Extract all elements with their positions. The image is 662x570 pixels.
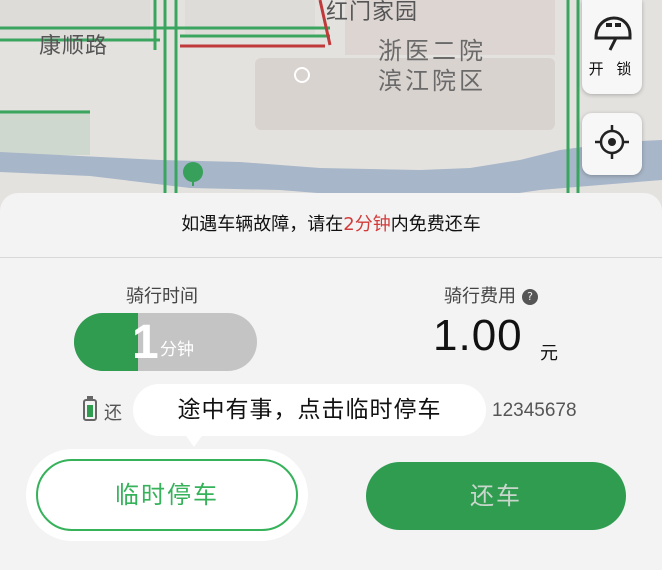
poi-label-line2: 滨江院区 bbox=[378, 67, 486, 95]
ride-time-display: 1 分钟 bbox=[74, 313, 257, 371]
ride-fee-value: 1.00 bbox=[433, 311, 523, 360]
notice-prefix: 如遇车辆故障，请在 bbox=[181, 214, 344, 235]
tooltip-tail bbox=[184, 433, 204, 447]
ride-time-label: 骑行时间 bbox=[126, 286, 198, 307]
unlock-button[interactable]: 开 锁 bbox=[582, 0, 642, 94]
poi-label-line1: 浙医二院 bbox=[378, 37, 486, 65]
ride-fee-label: 骑行费用 bbox=[444, 286, 516, 307]
locate-button[interactable] bbox=[582, 113, 642, 175]
unlock-label: 开 锁 bbox=[588, 59, 636, 78]
ride-time-value: 1 bbox=[132, 316, 159, 369]
ride-time-progress bbox=[74, 313, 138, 371]
info-icon[interactable]: ? bbox=[522, 289, 538, 305]
temp-park-button[interactable]: 临时停车 bbox=[36, 459, 298, 531]
crosshair-icon bbox=[594, 124, 630, 164]
ride-time-unit: 分钟 bbox=[160, 340, 194, 360]
notice-suffix: 内免费还车 bbox=[390, 214, 481, 235]
return-bike-button[interactable]: 还车 bbox=[366, 462, 626, 530]
bike-number: 12345678 bbox=[492, 400, 577, 421]
battery-icon bbox=[83, 396, 97, 421]
fault-notice: 如遇车辆故障，请在2分钟内免费还车 bbox=[0, 193, 662, 258]
notice-highlight: 2分钟 bbox=[343, 214, 391, 235]
road-label-kangshun: 康顺路 bbox=[39, 34, 109, 59]
place-label-hongmen: 红门家园 bbox=[326, 0, 419, 25]
helmet-icon bbox=[592, 15, 632, 56]
status-left-text: 还 bbox=[104, 403, 122, 424]
ride-fee-label-wrap: 骑行费用? bbox=[444, 282, 538, 308]
temp-park-tooltip: 途中有事，点击临时停车 bbox=[133, 384, 486, 436]
ride-panel: 如遇车辆故障，请在2分钟内免费还车 骑行时间 1 分钟 骑行费用? 1.00 元… bbox=[0, 193, 662, 570]
ride-fee-unit: 元 bbox=[540, 343, 558, 364]
